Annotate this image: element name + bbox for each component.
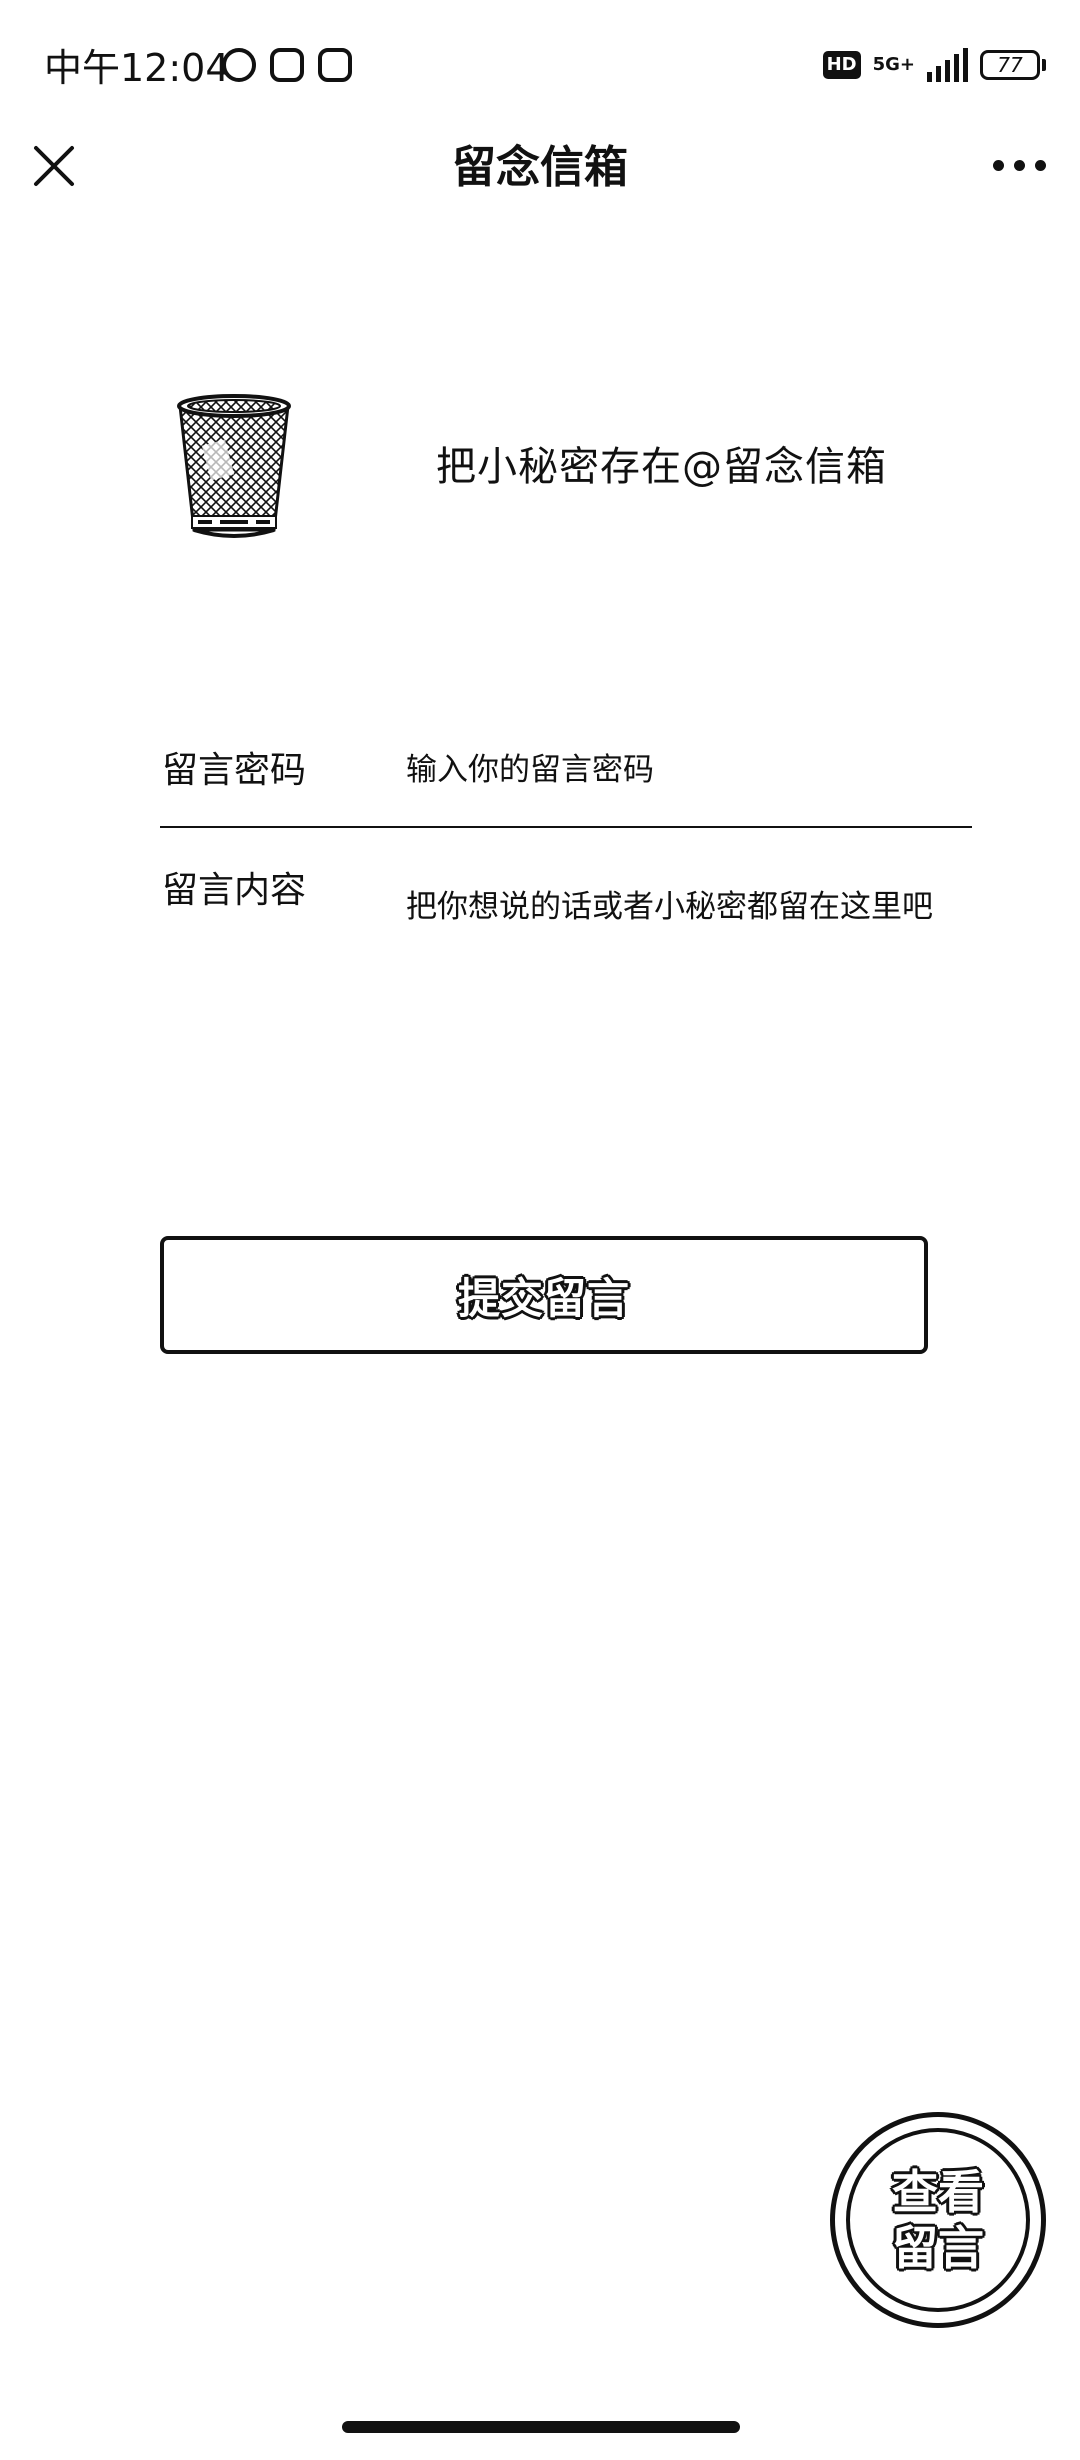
network-type: 5G+ — [872, 54, 915, 75]
trash-bin-icon — [177, 394, 291, 538]
alarm-icon — [222, 48, 256, 82]
form-divider — [160, 826, 972, 828]
view-messages-label-line2: 留言 — [892, 2221, 984, 2275]
password-input[interactable] — [406, 740, 966, 800]
status-notification-icons — [222, 48, 352, 82]
battery-level: 77 — [997, 53, 1023, 77]
hd-icon: HD — [822, 51, 861, 79]
submit-button-label: 提交留言 — [457, 1273, 630, 1323]
app-notification-icon — [270, 48, 304, 82]
page-title: 留念信箱 — [452, 142, 628, 193]
more-options-icon[interactable] — [993, 152, 1046, 179]
submit-button[interactable]: 提交留言 — [160, 1236, 928, 1354]
password-label: 留言密码 — [162, 750, 307, 791]
content-input[interactable] — [406, 862, 946, 1012]
signal-icon — [927, 48, 968, 82]
view-messages-label-line1: 查看 — [892, 2165, 984, 2219]
content-label: 留言内容 — [162, 870, 307, 911]
view-messages-button[interactable]: 查看 留言 — [830, 2112, 1046, 2328]
status-time: 中午12:04 — [44, 46, 230, 90]
battery-icon: 77 — [980, 50, 1046, 80]
home-indicator[interactable] — [342, 2421, 740, 2433]
hero-slogan: 把小秘密存在@留念信箱 — [436, 444, 887, 490]
app-notification-icon-2 — [318, 48, 352, 82]
status-system-icons: HD 5G+ 77 — [822, 48, 1046, 82]
